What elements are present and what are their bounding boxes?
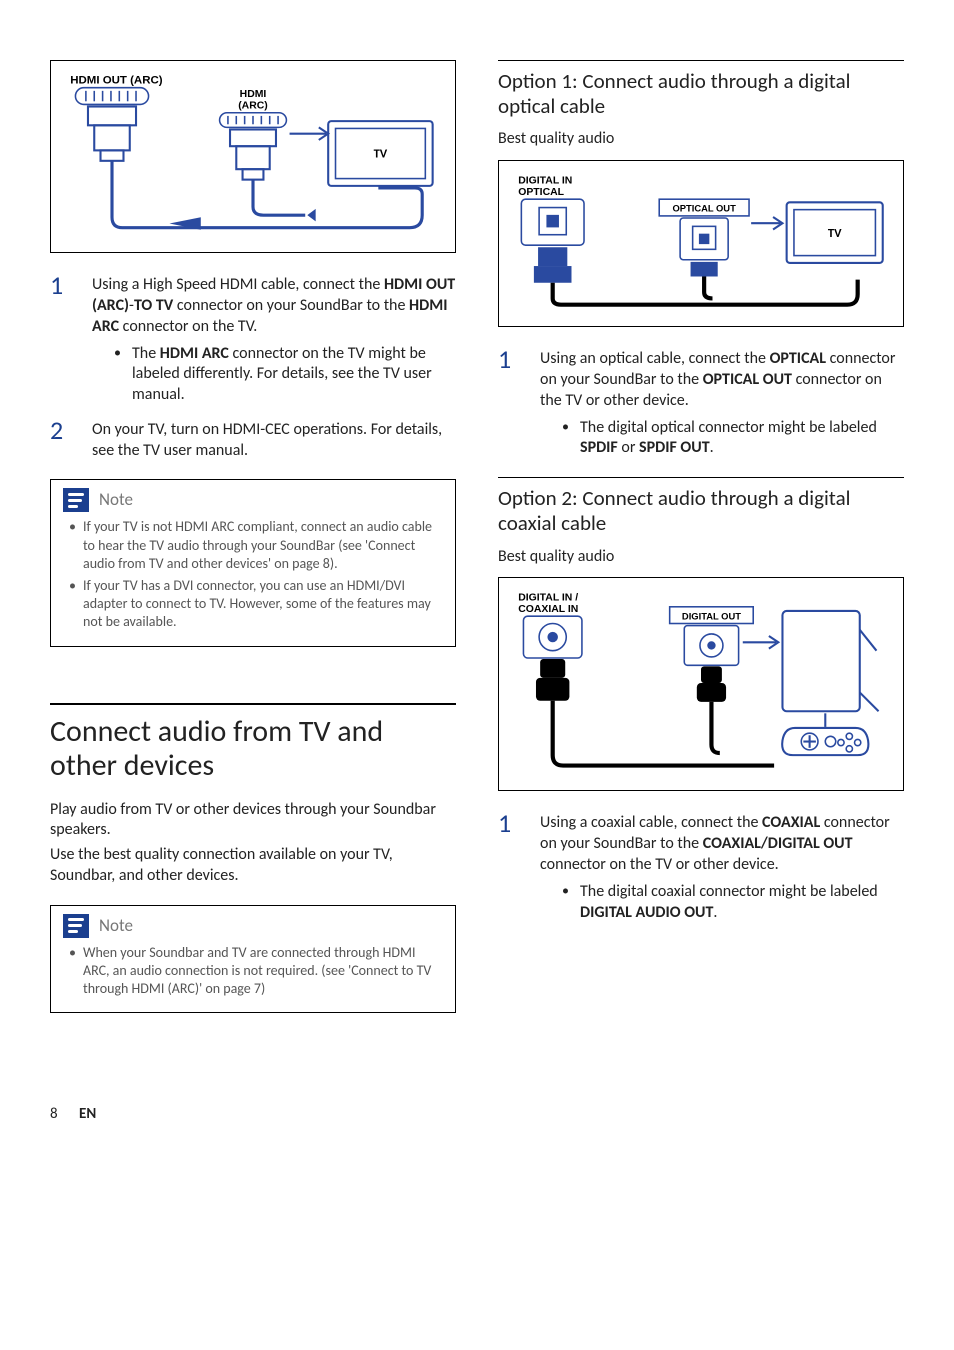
page-lang: EN <box>79 1105 96 1123</box>
note-item: If your TV is not HDMI ARC compliant, co… <box>63 518 443 573</box>
section-heading: Connect audio from TV and other devices <box>50 703 456 784</box>
step-1-sub: The HDMI ARC connector on the TV might b… <box>114 344 456 406</box>
step-2: On your TV, turn on HDMI-CEC operations.… <box>50 420 456 462</box>
note-icon <box>63 488 89 512</box>
svg-text:OPTICAL OUT: OPTICAL OUT <box>672 203 736 214</box>
page-footer: 8 EN <box>50 1105 904 1125</box>
note-item: When your Soundbar and TV are connected … <box>63 944 443 999</box>
section-paragraph: Play audio from TV or other devices thro… <box>50 800 456 842</box>
diagram-hdmi-arc: HDMI OUT (ARC) HDMI (ARC) <box>50 60 456 253</box>
step-1: Using a High Speed HDMI cable, connect t… <box>50 275 456 406</box>
hdmi-steps: Using a High Speed HDMI cable, connect t… <box>50 275 456 461</box>
page-number: 8 <box>50 1105 58 1123</box>
svg-text:DIGITAL IN /: DIGITAL IN / <box>518 593 578 604</box>
optical-steps: Using an optical cable, connect the OPTI… <box>498 349 904 459</box>
note-box-2: Note When your Soundbar and TV are conne… <box>50 905 456 1014</box>
svg-text:DIGITAL IN: DIGITAL IN <box>518 176 572 187</box>
option2-subcaption: Best quality audio <box>498 547 904 568</box>
option1-subcaption: Best quality audio <box>498 129 904 150</box>
coaxial-step-1-sub: The digital coaxial connector might be l… <box>562 882 904 924</box>
section-paragraph: Use the best quality connection availabl… <box>50 845 456 887</box>
svg-text:COAXIAL IN: COAXIAL IN <box>518 604 578 615</box>
svg-text:DIGITAL OUT: DIGITAL OUT <box>682 611 741 622</box>
diagram-label-out: HDMI OUT (ARC) <box>70 75 163 87</box>
svg-text:(ARC): (ARC) <box>238 101 268 112</box>
note-title: Note <box>99 489 133 511</box>
option2-heading: Option 2: Connect audio through a digita… <box>498 477 904 536</box>
optical-step-1-sub: The digital optical connector might be l… <box>562 418 904 460</box>
option1-heading: Option 1: Connect audio through a digita… <box>498 60 904 119</box>
coaxial-step-1: Using a coaxial cable, connect the COAXI… <box>498 813 904 923</box>
note-icon <box>63 914 89 938</box>
diagram-optical: DIGITAL IN OPTICAL OPTICAL OUT <box>498 160 904 327</box>
svg-text:HDMI: HDMI <box>240 89 267 100</box>
svg-text:OPTICAL: OPTICAL <box>518 187 564 198</box>
diagram-label-tv: TV <box>374 147 388 162</box>
note-box-1: Note If your TV is not HDMI ARC complian… <box>50 479 456 646</box>
svg-text:TV: TV <box>828 226 842 241</box>
coaxial-steps: Using a coaxial cable, connect the COAXI… <box>498 813 904 923</box>
diagram-coaxial: DIGITAL IN / COAXIAL IN DIGITAL OUT <box>498 577 904 791</box>
optical-step-1: Using an optical cable, connect the OPTI… <box>498 349 904 459</box>
note-title: Note <box>99 915 133 937</box>
note-item: If your TV has a DVI connector, you can … <box>63 577 443 632</box>
